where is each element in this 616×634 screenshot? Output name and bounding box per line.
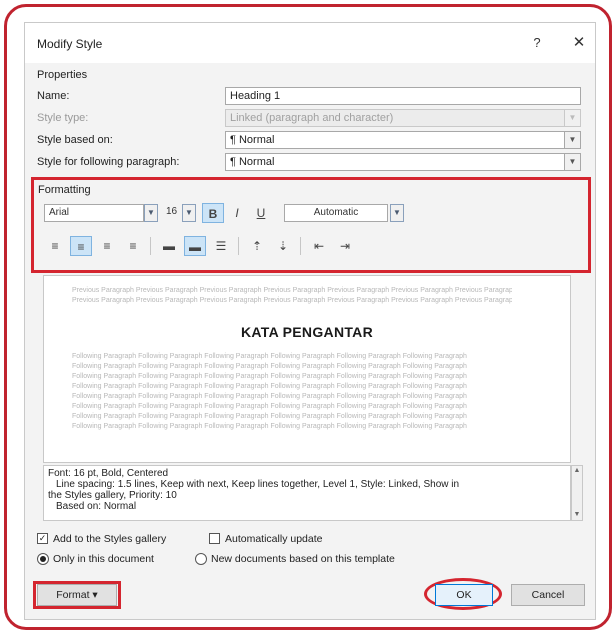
font-dropdown-icon[interactable]: ▼ (144, 204, 158, 222)
previous-paragraph-preview: Previous Paragraph Previous Paragraph Pr… (72, 287, 512, 294)
following-style-select[interactable]: ¶ Normal (225, 153, 565, 171)
add-to-gallery-label: Add to the Styles gallery (53, 533, 167, 545)
name-field[interactable]: Heading 1 (225, 87, 581, 105)
auto-update-label: Automatically update (225, 533, 323, 545)
only-this-document-label: Only in this document (53, 553, 154, 565)
following-paragraph-preview: Following Paragraph Following Paragraph … (72, 363, 467, 370)
title-bar: Modify Style ? ✕ (25, 23, 595, 63)
underline-button[interactable]: U (250, 203, 272, 223)
description-line: Based on: Normal (56, 501, 137, 512)
ok-button[interactable]: OK (435, 584, 493, 606)
toolbar-divider (150, 237, 151, 255)
based-on-select[interactable]: ¶ Normal (225, 131, 565, 149)
based-on-dropdown-icon[interactable]: ▼ (565, 131, 581, 149)
italic-button[interactable]: I (226, 203, 248, 223)
style-type-dropdown-icon: ▼ (565, 109, 581, 127)
only-this-document-radio[interactable] (37, 553, 49, 565)
based-on-label: Style based on: (37, 134, 113, 146)
cancel-button[interactable]: Cancel (511, 584, 585, 606)
following-paragraph-preview: Following Paragraph Following Paragraph … (72, 373, 467, 380)
name-label: Name: (37, 90, 70, 102)
description-line: the Styles gallery, Priority: 10 (48, 490, 177, 501)
following-style-label: Style for following paragraph: (37, 156, 180, 168)
following-paragraph-preview: Following Paragraph Following Paragraph … (72, 423, 467, 430)
help-button[interactable]: ? (527, 33, 547, 53)
scroll-up-icon[interactable]: ▲ (572, 466, 582, 476)
following-paragraph-preview: Following Paragraph Following Paragraph … (72, 393, 467, 400)
previous-paragraph-preview: Previous Paragraph Previous Paragraph Pr… (72, 297, 512, 304)
heading-preview: KATA PENGANTAR (240, 324, 373, 340)
auto-update-checkbox[interactable] (209, 533, 220, 544)
formatting-section: Formatting Arial ▼ 16 ▼ B I U Automatic … (31, 177, 591, 273)
font-color-dropdown-icon[interactable]: ▼ (390, 204, 404, 222)
space-after-icon[interactable]: ⇣ (272, 236, 294, 256)
single-spacing-icon[interactable]: ▬ (158, 236, 180, 256)
style-type-select: Linked (paragraph and character) (225, 109, 565, 127)
properties-section-label: Properties (37, 69, 88, 81)
space-before-icon[interactable]: ⇡ (246, 236, 268, 256)
style-type-label: Style type: (37, 112, 89, 124)
scroll-down-icon[interactable]: ▼ (572, 510, 582, 520)
font-color-select[interactable]: Automatic (284, 204, 388, 222)
toolbar-divider (300, 237, 301, 255)
font-name-field[interactable]: Arial (44, 204, 144, 222)
scroll-track[interactable] (572, 476, 582, 510)
description-line: Font: 16 pt, Bold, Centered (48, 468, 169, 479)
align-center-icon[interactable]: ≡ (70, 236, 92, 256)
description-line: Line spacing: 1.5 lines, Keep with next,… (56, 479, 460, 490)
following-paragraph-preview: Following Paragraph Following Paragraph … (72, 413, 467, 420)
add-to-gallery-checkbox[interactable]: ✓ (37, 533, 48, 544)
one-half-spacing-icon[interactable]: ▬ (184, 236, 206, 256)
close-button[interactable]: ✕ (569, 33, 589, 53)
modify-style-dialog: Modify Style ? ✕ Properties Name: Headin… (24, 22, 596, 620)
double-spacing-icon[interactable]: ☰ (210, 236, 232, 256)
following-style-dropdown-icon[interactable]: ▼ (565, 153, 581, 171)
toolbar-divider (238, 237, 239, 255)
dialog-title: Modify Style (37, 37, 103, 51)
style-description: Font: 16 pt, Bold, Centered Line spacing… (43, 465, 571, 521)
align-left-icon[interactable]: ≡ (44, 236, 66, 256)
following-paragraph-preview: Following Paragraph Following Paragraph … (72, 403, 467, 410)
style-preview-pane: Previous Paragraph Previous Paragraph Pr… (43, 275, 571, 463)
description-scrollbar[interactable]: ▲ ▼ (571, 465, 583, 521)
align-right-icon[interactable]: ≡ (96, 236, 118, 256)
formatting-section-label: Formatting (38, 184, 91, 196)
increase-indent-icon[interactable]: ⇥ (334, 236, 356, 256)
decrease-indent-icon[interactable]: ⇤ (308, 236, 330, 256)
new-documents-label: New documents based on this template (211, 553, 395, 565)
new-documents-radio[interactable] (195, 553, 207, 565)
following-paragraph-preview: Following Paragraph Following Paragraph … (72, 353, 467, 360)
format-button[interactable]: Format ▾ (37, 584, 117, 606)
font-size-dropdown-icon[interactable]: ▼ (182, 204, 196, 222)
following-paragraph-preview: Following Paragraph Following Paragraph … (72, 383, 467, 390)
bold-button[interactable]: B (202, 203, 224, 223)
justify-icon[interactable]: ≡ (122, 236, 144, 256)
